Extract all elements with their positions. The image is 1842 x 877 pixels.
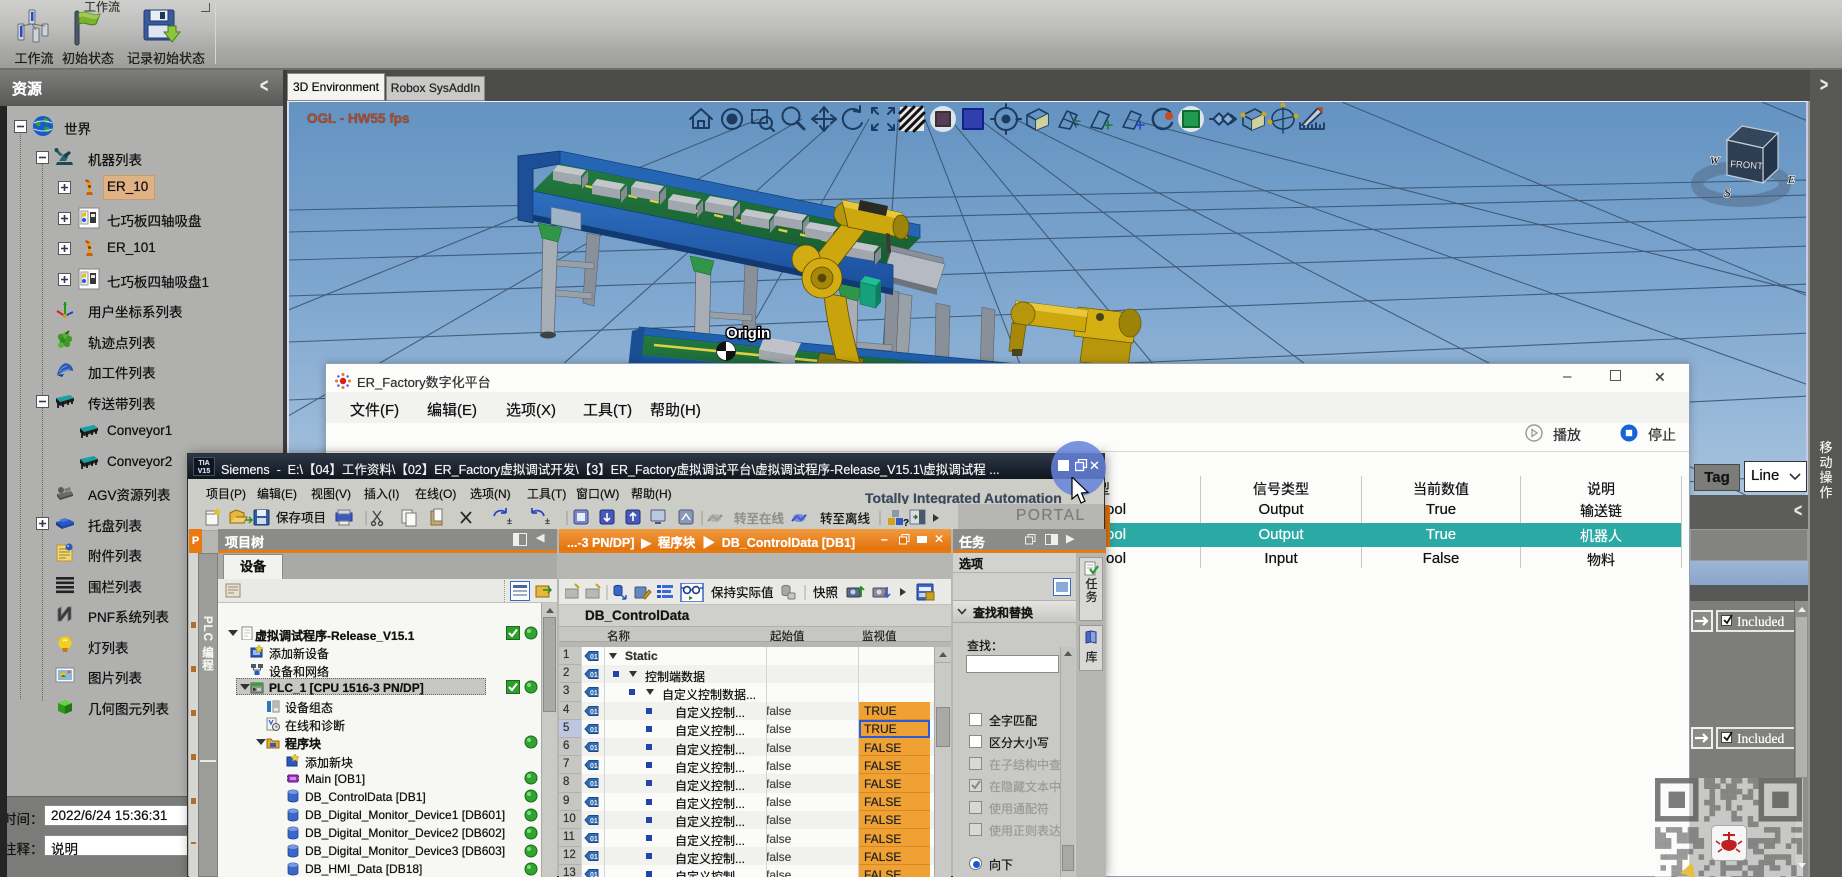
- svg-text:W: W: [1710, 155, 1720, 167]
- svg-text:01: 01: [590, 709, 598, 716]
- svg-text:01: 01: [590, 690, 598, 697]
- svg-text:±: ±: [545, 516, 550, 526]
- svg-text:保持实际值: 保持实际值: [711, 585, 774, 600]
- svg-text:01: 01: [590, 854, 598, 861]
- svg-text:转至离线: 转至离线: [820, 511, 871, 526]
- svg-text:01: 01: [590, 763, 598, 770]
- svg-text:保存项目: 保存项目: [276, 511, 326, 525]
- svg-text:01: 01: [590, 745, 598, 752]
- svg-text:01: 01: [590, 872, 598, 877]
- svg-text:01: 01: [590, 818, 598, 825]
- svg-text:S: S: [1724, 185, 1731, 200]
- svg-text:±: ±: [507, 516, 512, 526]
- svg-text:?: ?: [903, 518, 909, 528]
- svg-text:OGL - HW55 fps: OGL - HW55 fps: [307, 111, 410, 126]
- svg-text:Origin: Origin: [726, 325, 770, 342]
- svg-text:01: 01: [590, 800, 598, 807]
- svg-text:快照: 快照: [813, 586, 838, 600]
- svg-text:FRONT: FRONT: [1730, 159, 1764, 172]
- svg-text:01: 01: [590, 727, 598, 734]
- svg-text:01: 01: [590, 672, 598, 679]
- svg-text:01: 01: [590, 654, 598, 661]
- svg-text:01: 01: [590, 781, 598, 788]
- svg-text:转至在线: 转至在线: [734, 511, 785, 526]
- svg-text:E: E: [1787, 174, 1795, 186]
- svg-text:01: 01: [590, 836, 598, 843]
